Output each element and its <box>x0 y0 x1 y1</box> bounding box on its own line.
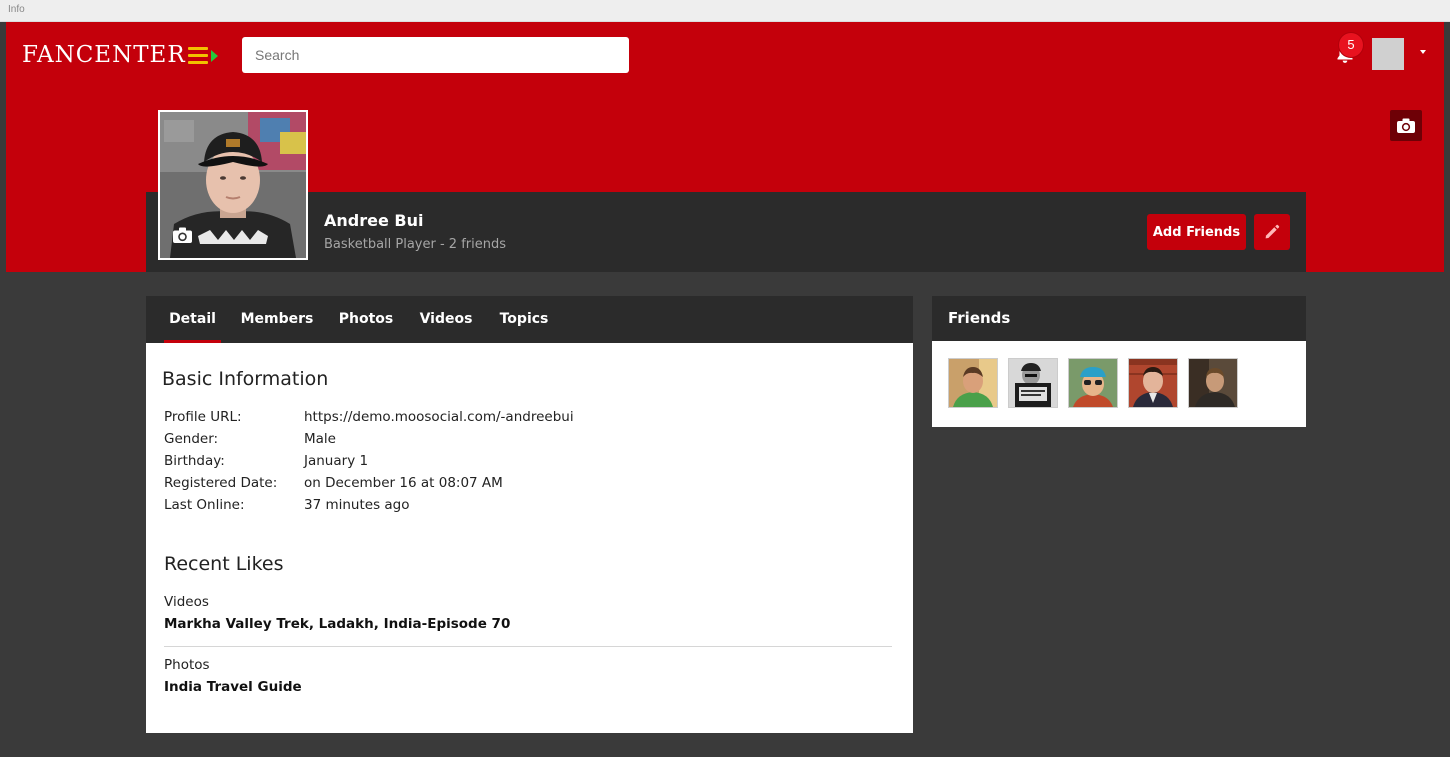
user-avatar[interactable] <box>1372 38 1404 70</box>
menu-toggle-icon[interactable] <box>188 47 220 65</box>
tab-videos[interactable]: Videos <box>416 296 476 343</box>
browser-title-bar: Info <box>0 0 1450 22</box>
profile-url-value[interactable]: https://demo.moosocial.com/-andreebui <box>304 409 574 425</box>
info-value: on December 16 at 08:07 AM <box>304 475 503 491</box>
profile-header-bar <box>146 192 1306 272</box>
pencil-icon <box>1265 224 1280 239</box>
info-label: Last Online: <box>164 497 245 513</box>
avatar-camera-icon[interactable] <box>172 226 193 248</box>
site-logo[interactable]: FANCENTER <box>22 42 186 68</box>
add-friends-button[interactable]: Add Friends <box>1147 214 1246 250</box>
info-label: Profile URL: <box>164 409 242 425</box>
like-category: Photos <box>164 657 210 673</box>
profile-avatar[interactable] <box>158 110 308 260</box>
profile-subtitle: Basketball Player - 2 friends <box>324 237 506 252</box>
browser-title: Info <box>8 4 25 15</box>
cover-camera-icon[interactable] <box>1390 110 1422 141</box>
info-label: Birthday: <box>164 453 225 469</box>
friend-avatar[interactable] <box>1128 358 1178 408</box>
tab-photos[interactable]: Photos <box>336 296 396 343</box>
divider <box>164 646 892 647</box>
liked-item-link[interactable]: India Travel Guide <box>164 679 302 695</box>
info-label: Registered Date: <box>164 475 278 491</box>
friend-avatar[interactable] <box>948 358 998 408</box>
search-input[interactable] <box>242 37 629 73</box>
profile-tabs: Detail Members Photos Videos Topics <box>146 296 913 343</box>
liked-item-link[interactable]: Markha Valley Trek, Ladakh, India-Episod… <box>164 616 510 632</box>
caret-down-icon[interactable] <box>1420 50 1426 54</box>
basic-info-heading: Basic Information <box>162 368 329 390</box>
info-value: 37 minutes ago <box>304 497 410 513</box>
friends-card: Friends <box>932 296 1306 427</box>
tab-detail[interactable]: Detail <box>164 296 221 343</box>
edit-profile-button[interactable] <box>1254 214 1290 250</box>
friend-avatar[interactable] <box>1008 358 1058 408</box>
info-value: Male <box>304 431 336 447</box>
like-category: Videos <box>164 594 209 610</box>
tab-topics[interactable]: Topics <box>496 296 552 343</box>
friends-heading: Friends <box>932 296 1306 341</box>
profile-name: Andree Bui <box>324 211 424 230</box>
tab-members[interactable]: Members <box>238 296 316 343</box>
recent-likes-heading: Recent Likes <box>164 553 284 575</box>
friend-avatar[interactable] <box>1068 358 1118 408</box>
friend-avatar[interactable] <box>1188 358 1238 408</box>
detail-card: Detail Members Photos Videos Topics Basi… <box>146 296 913 733</box>
notification-badge[interactable]: 5 <box>1339 33 1363 57</box>
info-label: Gender: <box>164 431 219 447</box>
page-frame: FANCENTER 5 <box>6 22 1444 757</box>
info-value: January 1 <box>304 453 369 469</box>
